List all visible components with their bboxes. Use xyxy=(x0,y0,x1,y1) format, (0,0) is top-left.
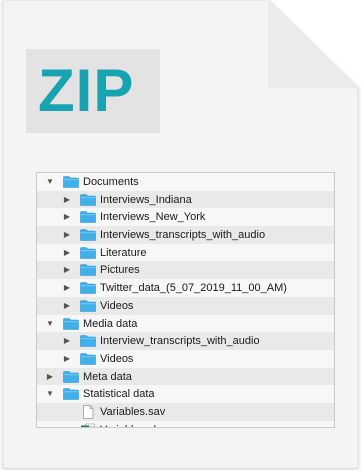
file-tree[interactable]: ▼ Documents ▶ Interviews_Indiana ▶ Interviews… xyxy=(36,172,335,428)
tree-row-label: Meta data xyxy=(83,370,132,383)
folder-icon xyxy=(80,264,96,277)
tree-row[interactable]: ▶ Pictures xyxy=(37,261,334,280)
folder-icon xyxy=(63,317,79,330)
disclosure-expanded-icon[interactable]: ▼ xyxy=(45,318,55,330)
tree-row[interactable]: ▼ Documents xyxy=(37,173,334,191)
disclosure-collapsed-icon[interactable]: ▶ xyxy=(62,335,72,347)
tree-row-label: Interviews_Indiana xyxy=(100,193,192,206)
tree-row[interactable]: ▶ Interviews_transcripts_with_audio xyxy=(37,226,334,244)
folder-icon xyxy=(63,388,79,401)
folder-icon xyxy=(80,246,96,259)
tree-row-label: Twitter_data_(5_07_2019_11_00_AM) xyxy=(100,282,287,295)
zip-label-block: ZIP xyxy=(26,49,160,133)
tree-row-label: Interviews_New_York xyxy=(100,211,206,224)
tree-row[interactable]: ▶ Interviews_New_York xyxy=(37,208,334,226)
tree-row[interactable]: ▶ Literature xyxy=(37,244,334,262)
disclosure-expanded-icon[interactable]: ▼ xyxy=(45,388,55,400)
tree-row-label: Variables.xlsx xyxy=(100,423,167,427)
tree-row[interactable]: Variables.xlsx xyxy=(37,421,334,427)
folder-icon xyxy=(80,229,96,241)
tree-row-label: Statistical data xyxy=(83,388,155,401)
tree-row-label: Documents xyxy=(83,176,139,188)
tree-row-label: Interviews_transcripts_with_audio xyxy=(100,229,266,242)
tree-row[interactable]: ▶ Videos xyxy=(37,296,334,315)
tree-row[interactable]: ▶ Twitter_data_(5_07_2019_11_00_AM) xyxy=(37,279,334,297)
disclosure-collapsed-icon[interactable]: ▶ xyxy=(62,247,72,259)
folder-icon xyxy=(63,370,79,383)
folder-icon xyxy=(80,353,96,365)
excel-icon xyxy=(80,423,96,427)
folder-icon xyxy=(80,193,96,206)
disclosure-collapsed-icon[interactable]: ▶ xyxy=(62,194,72,206)
tree-row-label: Variables.sav xyxy=(100,405,166,418)
disclosure-collapsed-icon[interactable]: ▶ xyxy=(62,353,72,365)
tree-row-label: Media data xyxy=(83,317,138,330)
folder-icon xyxy=(80,335,96,347)
tree-row[interactable]: ▶ Interviews_Indiana xyxy=(37,190,334,209)
tree-row[interactable]: ▶ Meta data xyxy=(37,367,334,386)
disclosure-collapsed-icon[interactable]: ▶ xyxy=(62,300,72,312)
disclosure-expanded-icon[interactable]: ▼ xyxy=(45,176,55,188)
tree-row[interactable]: ▶ Videos xyxy=(37,350,334,368)
folder-icon xyxy=(63,176,79,188)
tree-row[interactable]: ▼ Media data xyxy=(37,315,334,333)
tree-row[interactable]: ▼ Statistical data xyxy=(37,385,334,403)
tree-row-label: Pictures xyxy=(100,264,140,277)
disclosure-collapsed-icon[interactable]: ▶ xyxy=(62,282,72,294)
tree-row-label: Videos xyxy=(100,352,134,365)
tree-row[interactable]: ▶ Interview_transcripts_with_audio xyxy=(37,332,334,350)
folder-icon xyxy=(80,211,96,224)
tree-row-label: Interview_transcripts_with_audio xyxy=(100,335,260,348)
disclosure-collapsed-icon[interactable]: ▶ xyxy=(45,371,55,383)
disclosure-collapsed-icon[interactable]: ▶ xyxy=(62,229,72,241)
disclosure-collapsed-icon[interactable]: ▶ xyxy=(62,211,72,223)
disclosure-collapsed-icon[interactable]: ▶ xyxy=(62,264,72,276)
document-icon xyxy=(80,405,96,419)
tree-row-label: Literature xyxy=(100,246,147,259)
tree-row[interactable]: Variables.sav xyxy=(37,402,334,421)
folder-icon xyxy=(80,282,96,294)
tree-row-label: Videos xyxy=(100,299,134,312)
zip-label: ZIP xyxy=(38,57,135,124)
folder-icon xyxy=(80,300,96,312)
